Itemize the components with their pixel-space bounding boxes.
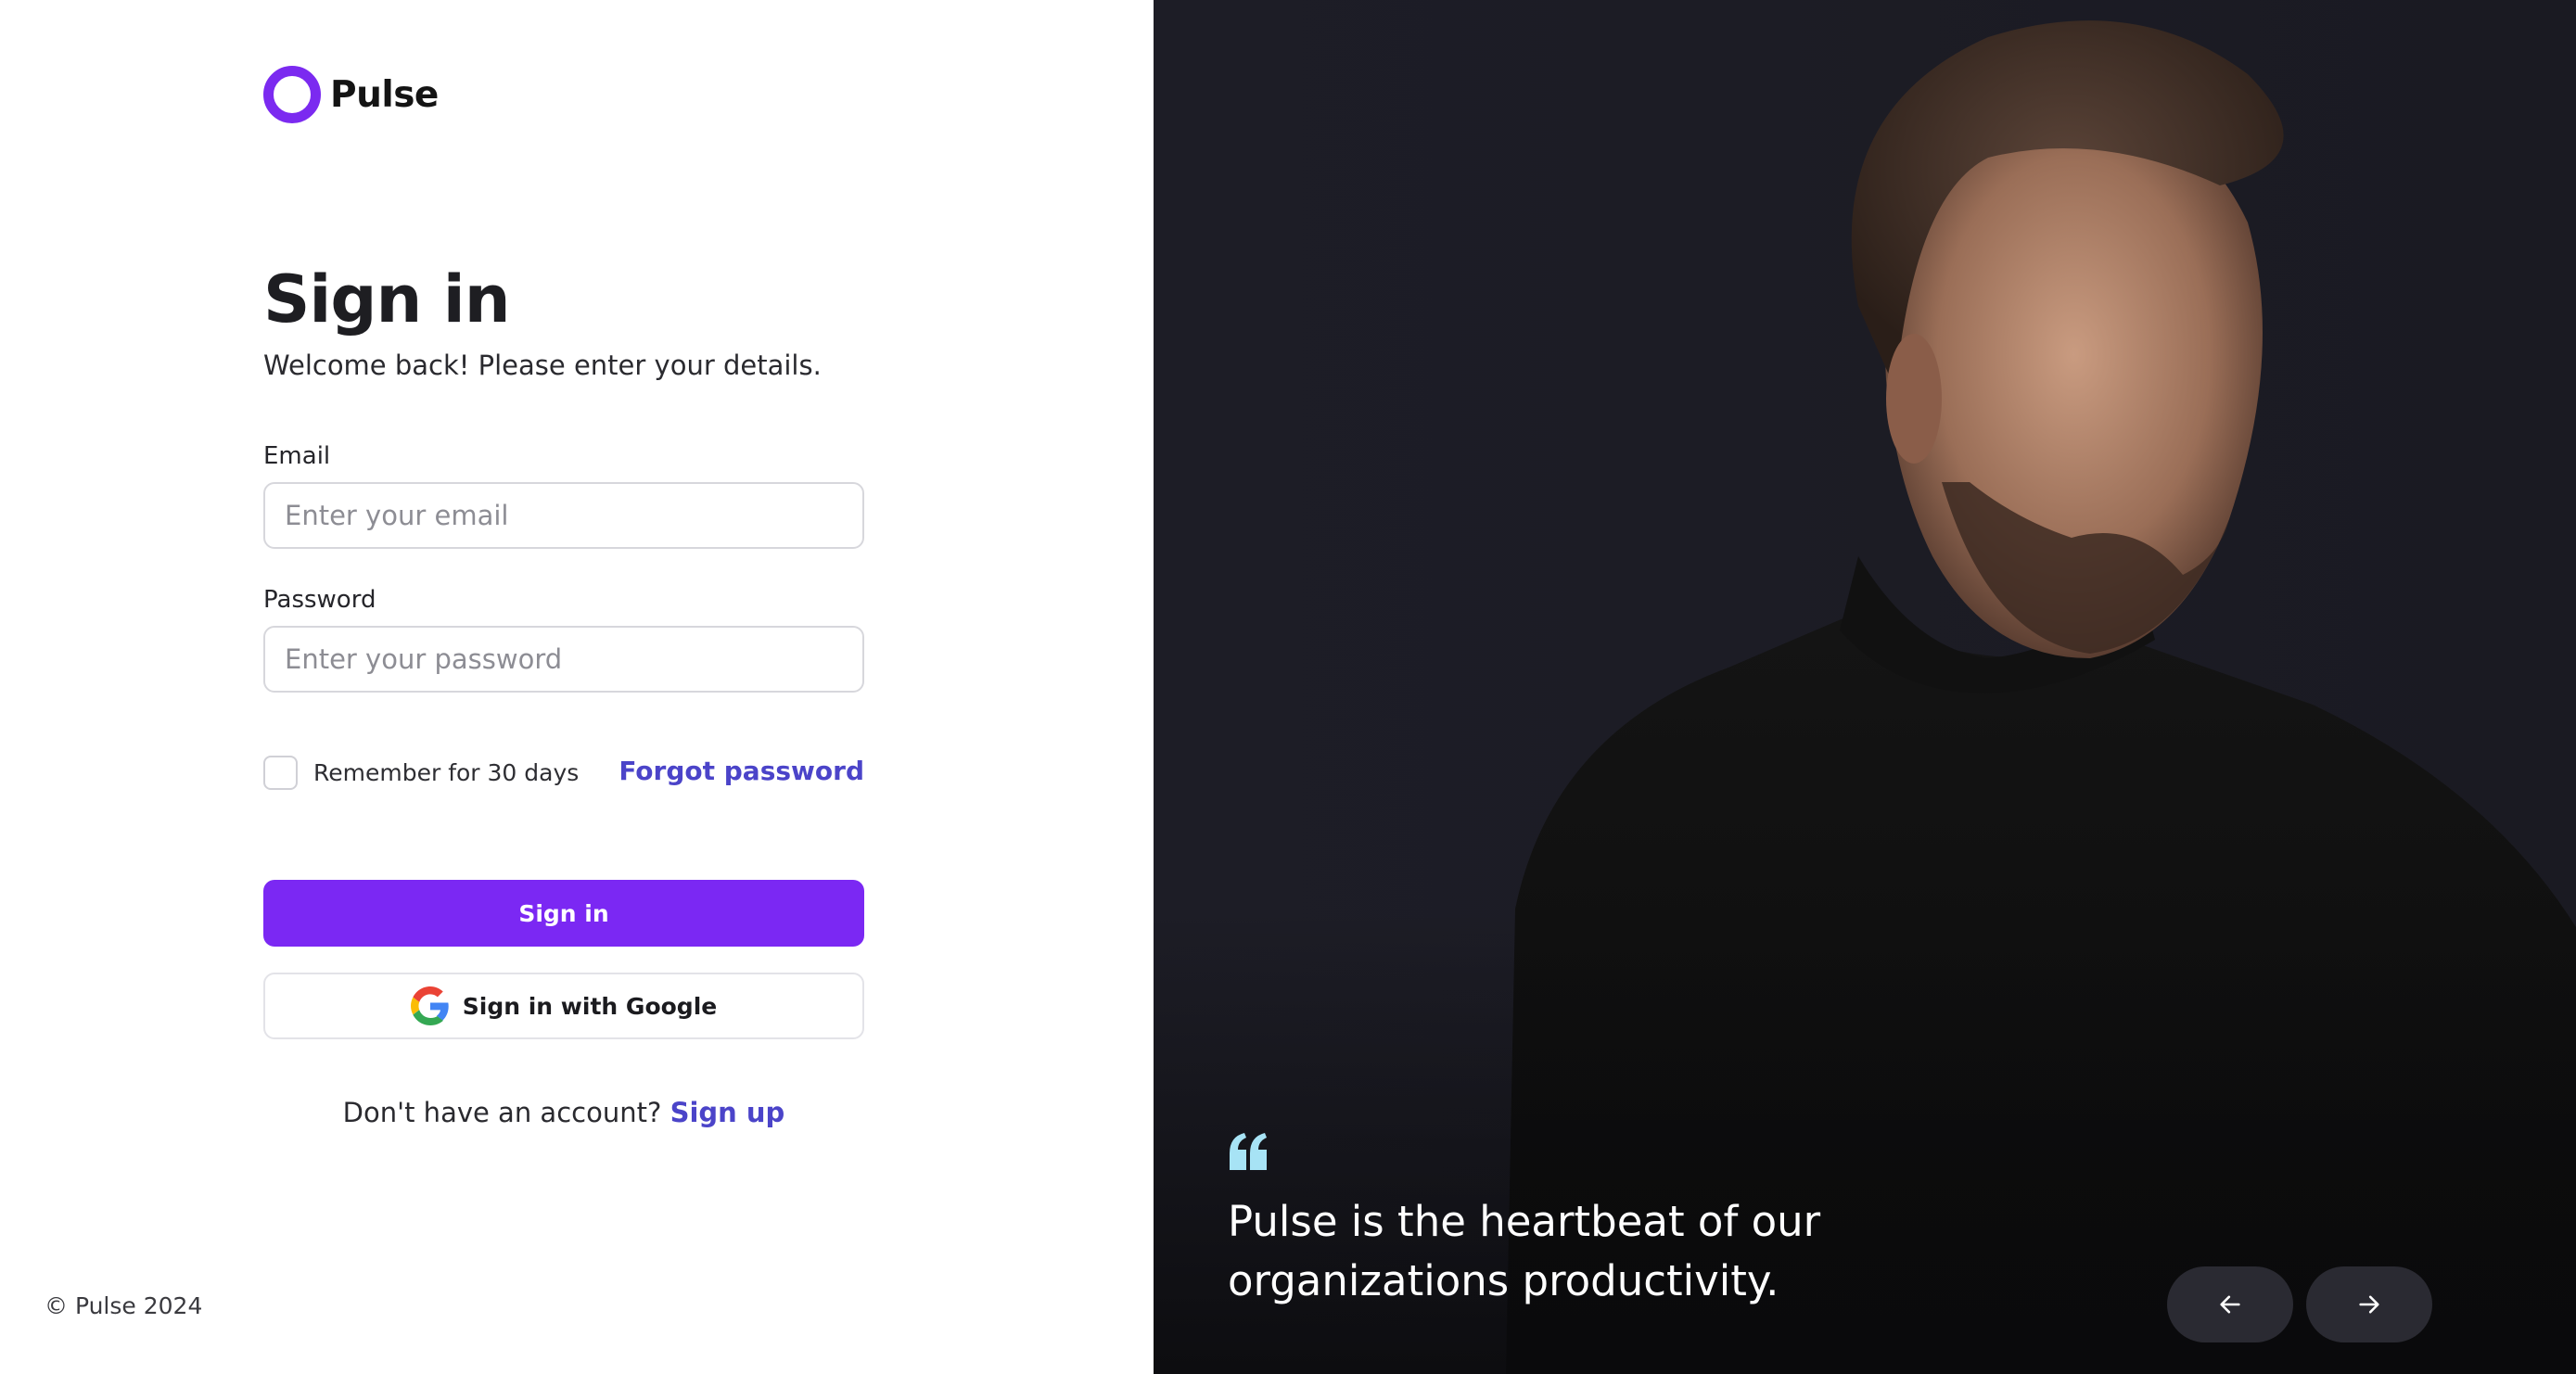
previous-button[interactable] <box>2167 1266 2293 1342</box>
remember-checkbox[interactable] <box>263 756 298 790</box>
password-label: Password <box>263 586 376 614</box>
testimonial-quote: Pulse is the heartbeat of our organizati… <box>1228 1197 1821 1305</box>
password-field[interactable] <box>263 626 864 693</box>
google-icon <box>410 986 449 1025</box>
arrow-right-icon <box>2359 1295 2379 1314</box>
google-button-label: Sign in with Google <box>462 992 718 1020</box>
sign-in-panel: Pulse Sign in Welcome back! Please enter… <box>0 0 1154 1374</box>
sign-in-button[interactable]: Sign in <box>263 880 864 947</box>
logo-ring-icon <box>263 66 321 123</box>
email-field[interactable] <box>263 482 864 549</box>
signup-prompt: Don't have an account? Sign up <box>0 1097 1128 1128</box>
arrow-left-icon <box>2220 1295 2240 1314</box>
brand-name: Pulse <box>330 73 439 116</box>
quote-icon <box>1230 1133 1267 1170</box>
email-label: Email <box>263 442 331 470</box>
brand-logo[interactable]: Pulse <box>263 66 439 123</box>
testimonial-panel: Pulse is the heartbeat of our organizati… <box>1154 0 2576 1374</box>
signup-link[interactable]: Sign up <box>670 1097 785 1128</box>
remember-label: Remember for 30 days <box>313 759 580 786</box>
signup-prompt-text: Don't have an account? <box>342 1097 662 1128</box>
page-subtitle: Welcome back! Please enter your details. <box>263 350 822 381</box>
next-button[interactable] <box>2306 1266 2432 1342</box>
page-title: Sign in <box>263 261 511 337</box>
copyright: © Pulse 2024 <box>45 1292 203 1319</box>
remember-me[interactable]: Remember for 30 days <box>263 756 579 790</box>
forgot-password-link[interactable]: Forgot password <box>618 756 864 786</box>
google-sign-in-button[interactable]: Sign in with Google <box>263 973 864 1039</box>
